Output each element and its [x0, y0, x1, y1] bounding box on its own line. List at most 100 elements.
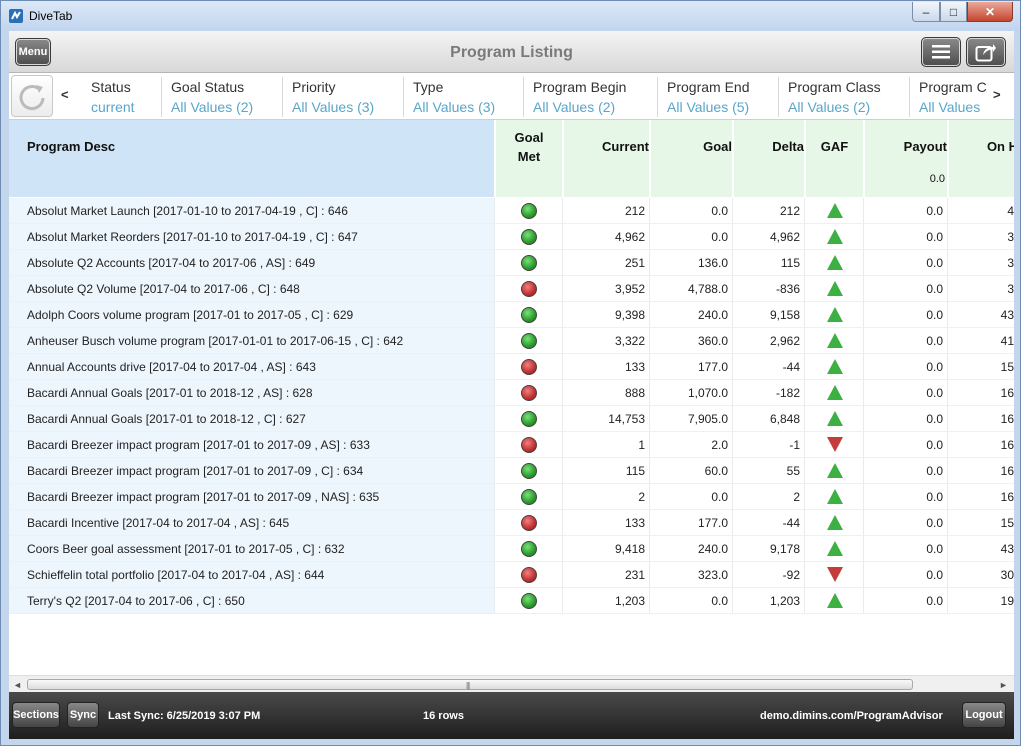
- table-row[interactable]: Absolute Q2 Accounts [2017-04 to 2017-06…: [9, 250, 1014, 276]
- red-status-dot-icon: [521, 280, 537, 297]
- cell-payout: 0.0: [865, 328, 948, 353]
- filter-label: Program Begin: [533, 79, 627, 95]
- filter-priority[interactable]: Priority All Values (3): [284, 77, 404, 117]
- close-button[interactable]: ✕: [967, 2, 1013, 22]
- table-row[interactable]: Bacardi Breezer impact program [2017-01 …: [9, 432, 1014, 458]
- cell-on-hand: 41: [949, 328, 1014, 353]
- table-row[interactable]: Annual Accounts drive [2017-04 to 2017-0…: [9, 354, 1014, 380]
- header-bar: Menu Program Listing: [9, 31, 1014, 73]
- cell-goal-met: [496, 510, 563, 535]
- cell-goal-met: [496, 484, 563, 509]
- filter-label: Program Class: [788, 79, 881, 95]
- column-header-goal[interactable]: Goal: [651, 120, 733, 197]
- cell-program-desc: Terry's Q2 [2017-04 to 2017-06 , C] : 65…: [9, 588, 495, 613]
- column-header-gaf[interactable]: GAF: [806, 120, 864, 197]
- filter-program-begin[interactable]: Program Begin All Values (2): [525, 77, 658, 117]
- table-row[interactable]: Absolut Market Reorders [2017-01-10 to 2…: [9, 224, 1014, 250]
- cell-goal-met: [496, 588, 563, 613]
- table-row[interactable]: Absolute Q2 Volume [2017-04 to 2017-06 ,…: [9, 276, 1014, 302]
- last-sync-text: Last Sync: 6/25/2019 3:07 PM: [108, 710, 261, 722]
- server-url-text: demo.dimins.com/ProgramAdvisor: [760, 710, 943, 722]
- trend-down-arrow-icon: [826, 437, 843, 452]
- logout-button[interactable]: Logout: [962, 702, 1006, 728]
- sync-button[interactable]: Sync: [67, 702, 99, 728]
- horizontal-scrollbar[interactable]: ◄ ||| ►: [9, 675, 1014, 692]
- cell-current: 3,952: [564, 276, 650, 301]
- filters-scroll-right-button[interactable]: >: [993, 87, 1001, 102]
- filter-goal-status[interactable]: Goal Status All Values (2): [163, 77, 283, 117]
- column-header-program-desc[interactable]: Program Desc: [9, 120, 495, 197]
- column-header-delta[interactable]: Delta: [734, 120, 805, 197]
- cell-gaf: [806, 510, 864, 535]
- cell-goal-met: [496, 224, 563, 249]
- column-header-current[interactable]: Current: [564, 120, 650, 197]
- green-status-dot-icon: [521, 254, 537, 271]
- maximize-button[interactable]: □: [940, 2, 967, 22]
- table-row[interactable]: Coors Beer goal assessment [2017-01 to 2…: [9, 536, 1014, 562]
- scrollbar-thumb[interactable]: |||: [27, 679, 913, 690]
- trend-up-arrow-icon: [826, 203, 843, 218]
- cell-on-hand: 16: [949, 406, 1014, 431]
- scroll-left-arrow-icon[interactable]: ◄: [13, 680, 22, 690]
- minimize-button[interactable]: –: [912, 2, 940, 22]
- scroll-right-arrow-icon[interactable]: ►: [999, 680, 1008, 690]
- cell-payout: 0.0: [865, 276, 948, 301]
- filter-program-end[interactable]: Program End All Values (5): [659, 77, 779, 117]
- column-header-goal-met[interactable]: Goal Met: [496, 120, 563, 197]
- cell-payout: 0.0: [865, 510, 948, 535]
- cell-program-desc: Anheuser Busch volume program [2017-01-0…: [9, 328, 495, 353]
- red-status-dot-icon: [521, 384, 537, 401]
- sections-button[interactable]: Sections: [12, 702, 60, 728]
- filter-type[interactable]: Type All Values (3): [405, 77, 524, 117]
- refresh-icon: [19, 85, 45, 111]
- cell-gaf: [806, 302, 864, 327]
- table-row[interactable]: Bacardi Breezer impact program [2017-01 …: [9, 458, 1014, 484]
- cell-goal: 7,905.0: [651, 406, 733, 431]
- cell-current: 2: [564, 484, 650, 509]
- table-row[interactable]: Adolph Coors volume program [2017-01 to …: [9, 302, 1014, 328]
- table-row[interactable]: Anheuser Busch volume program [2017-01-0…: [9, 328, 1014, 354]
- cell-on-hand: 16: [949, 458, 1014, 483]
- table-row[interactable]: Schieffelin total portfolio [2017-04 to …: [9, 562, 1014, 588]
- cell-program-desc: Coors Beer goal assessment [2017-01 to 2…: [9, 536, 495, 561]
- table-row[interactable]: Bacardi Incentive [2017-04 to 2017-04 , …: [9, 510, 1014, 536]
- green-status-dot-icon: [521, 462, 537, 479]
- filter-program-class[interactable]: Program Class All Values (2): [780, 77, 910, 117]
- filter-label: Type: [413, 79, 444, 95]
- cell-current: 14,753: [564, 406, 650, 431]
- filter-label: Status: [91, 79, 131, 95]
- table-row[interactable]: Absolut Market Launch [2017-01-10 to 201…: [9, 198, 1014, 224]
- cell-current: 1: [564, 432, 650, 457]
- cell-delta: 2,962: [734, 328, 805, 353]
- window-title: DiveTab: [29, 9, 73, 23]
- cell-payout: 0.0: [865, 588, 948, 613]
- cell-goal: 2.0: [651, 432, 733, 457]
- cell-current: 231: [564, 562, 650, 587]
- cell-delta: 6,848: [734, 406, 805, 431]
- list-view-button[interactable]: [921, 37, 961, 67]
- trend-up-arrow-icon: [826, 489, 843, 504]
- filter-status[interactable]: Status current: [83, 77, 162, 117]
- column-header-on-hand[interactable]: On H: [949, 120, 1014, 197]
- green-status-dot-icon: [521, 202, 537, 219]
- cell-goal-met: [496, 250, 563, 275]
- column-header-payout[interactable]: Payout 0.0: [865, 120, 948, 197]
- green-status-dot-icon: [521, 332, 537, 349]
- cell-delta: 115: [734, 250, 805, 275]
- trend-up-arrow-icon: [826, 515, 843, 530]
- table-row[interactable]: Bacardi Annual Goals [2017-01 to 2018-12…: [9, 406, 1014, 432]
- cell-gaf: [806, 458, 864, 483]
- refresh-button[interactable]: [11, 75, 53, 117]
- filters-scroll-left-button[interactable]: <: [61, 87, 69, 102]
- filter-program-c[interactable]: Program C All Values: [911, 77, 987, 117]
- table-row[interactable]: Bacardi Annual Goals [2017-01 to 2018-12…: [9, 380, 1014, 406]
- trend-up-arrow-icon: [826, 255, 843, 270]
- table-row[interactable]: Bacardi Breezer impact program [2017-01 …: [9, 484, 1014, 510]
- cell-gaf: [806, 562, 864, 587]
- cell-payout: 0.0: [865, 380, 948, 405]
- share-button[interactable]: [966, 37, 1006, 67]
- filter-label: Program End: [667, 79, 750, 95]
- table-row[interactable]: Terry's Q2 [2017-04 to 2017-06 , C] : 65…: [9, 588, 1014, 614]
- filter-value: All Values (3): [413, 99, 496, 115]
- header-line: Goal: [514, 130, 544, 145]
